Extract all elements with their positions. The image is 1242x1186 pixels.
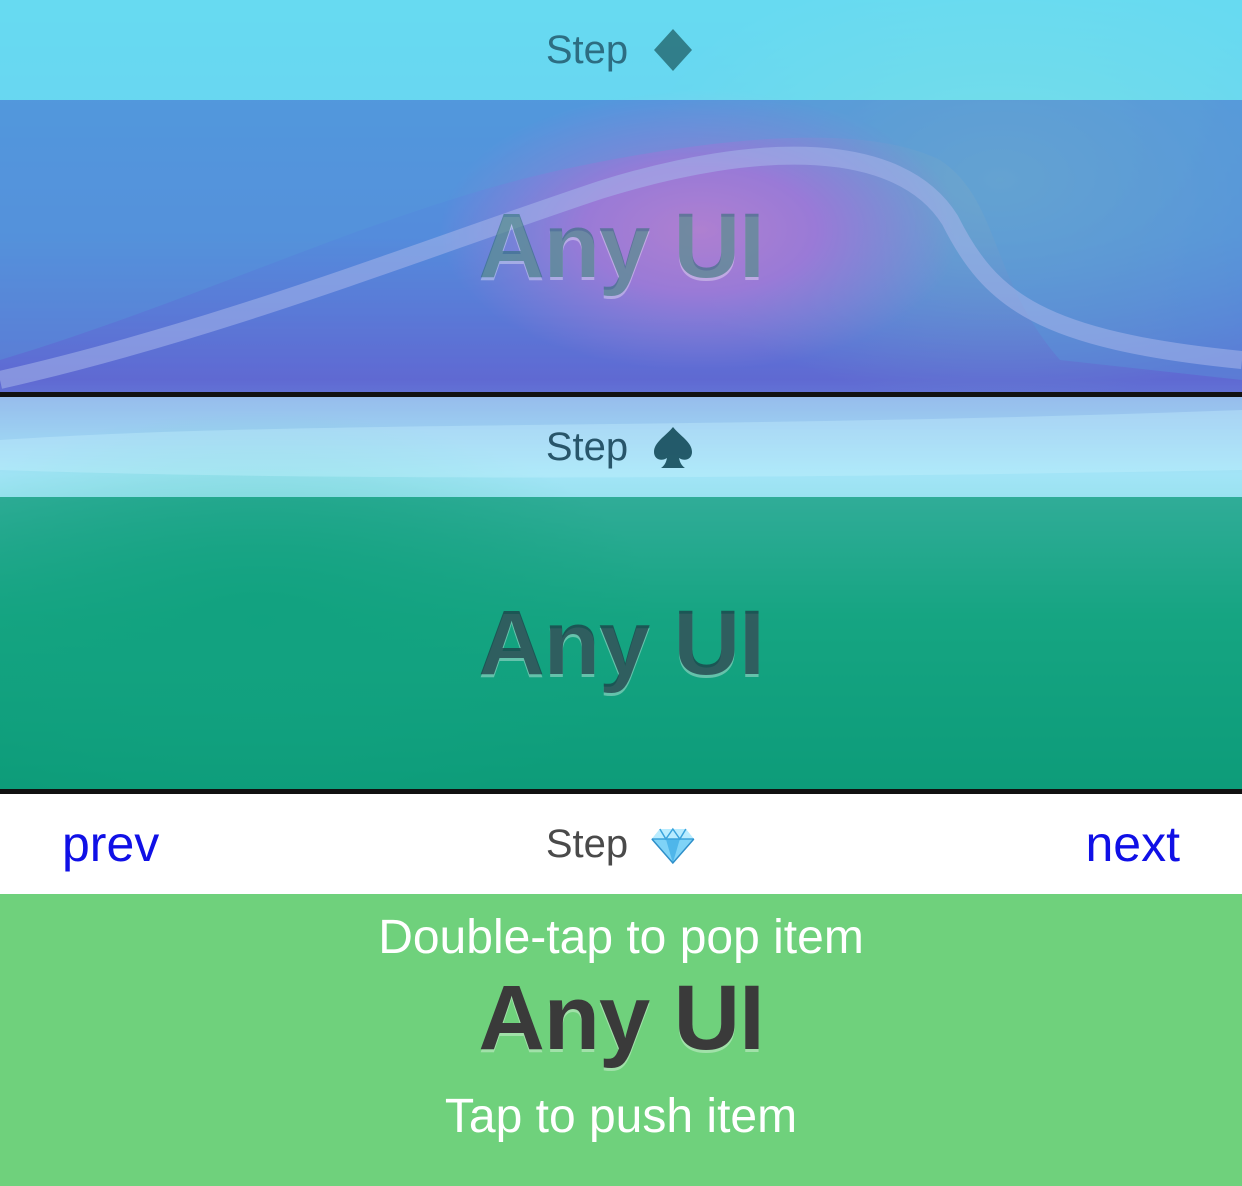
- content-title: Any UI: [478, 967, 764, 1069]
- diamond-suit-icon: [654, 29, 693, 71]
- stack-card-3[interactable]: prev Step next Double-tap to pop item An…: [0, 794, 1242, 1186]
- nav-title: Step: [546, 821, 696, 867]
- nav-title: Step: [546, 424, 696, 470]
- prev-button[interactable]: prev: [62, 815, 159, 873]
- nav-title-label: Step: [545, 27, 629, 72]
- navigation-bar: Step: [0, 397, 1242, 497]
- navigation-bar: prev Step next: [0, 794, 1242, 894]
- nav-title: Step: [546, 27, 696, 73]
- next-button[interactable]: next: [1085, 815, 1180, 873]
- stack-card-2: Step Any UI: [0, 397, 1242, 789]
- navigation-bar: Step: [0, 0, 1242, 100]
- spade-suit-icon: [654, 427, 693, 468]
- double-tap-hint: Double-tap to pop item: [378, 911, 864, 964]
- content-area[interactable]: Double-tap to pop item Any UI Tap to pus…: [0, 894, 1242, 1186]
- nav-title-label: Step: [545, 821, 629, 866]
- nav-title-label: Step: [545, 424, 629, 469]
- content-title: Any UI: [478, 194, 764, 297]
- content-area: Any UI: [0, 100, 1242, 392]
- stack-card-1: Step Any UI: [0, 0, 1242, 392]
- content-title: Any UI: [478, 591, 764, 694]
- tap-hint: Tap to push item: [444, 1090, 798, 1143]
- content-area: Any UI: [0, 497, 1242, 789]
- gem-icon: [651, 827, 695, 865]
